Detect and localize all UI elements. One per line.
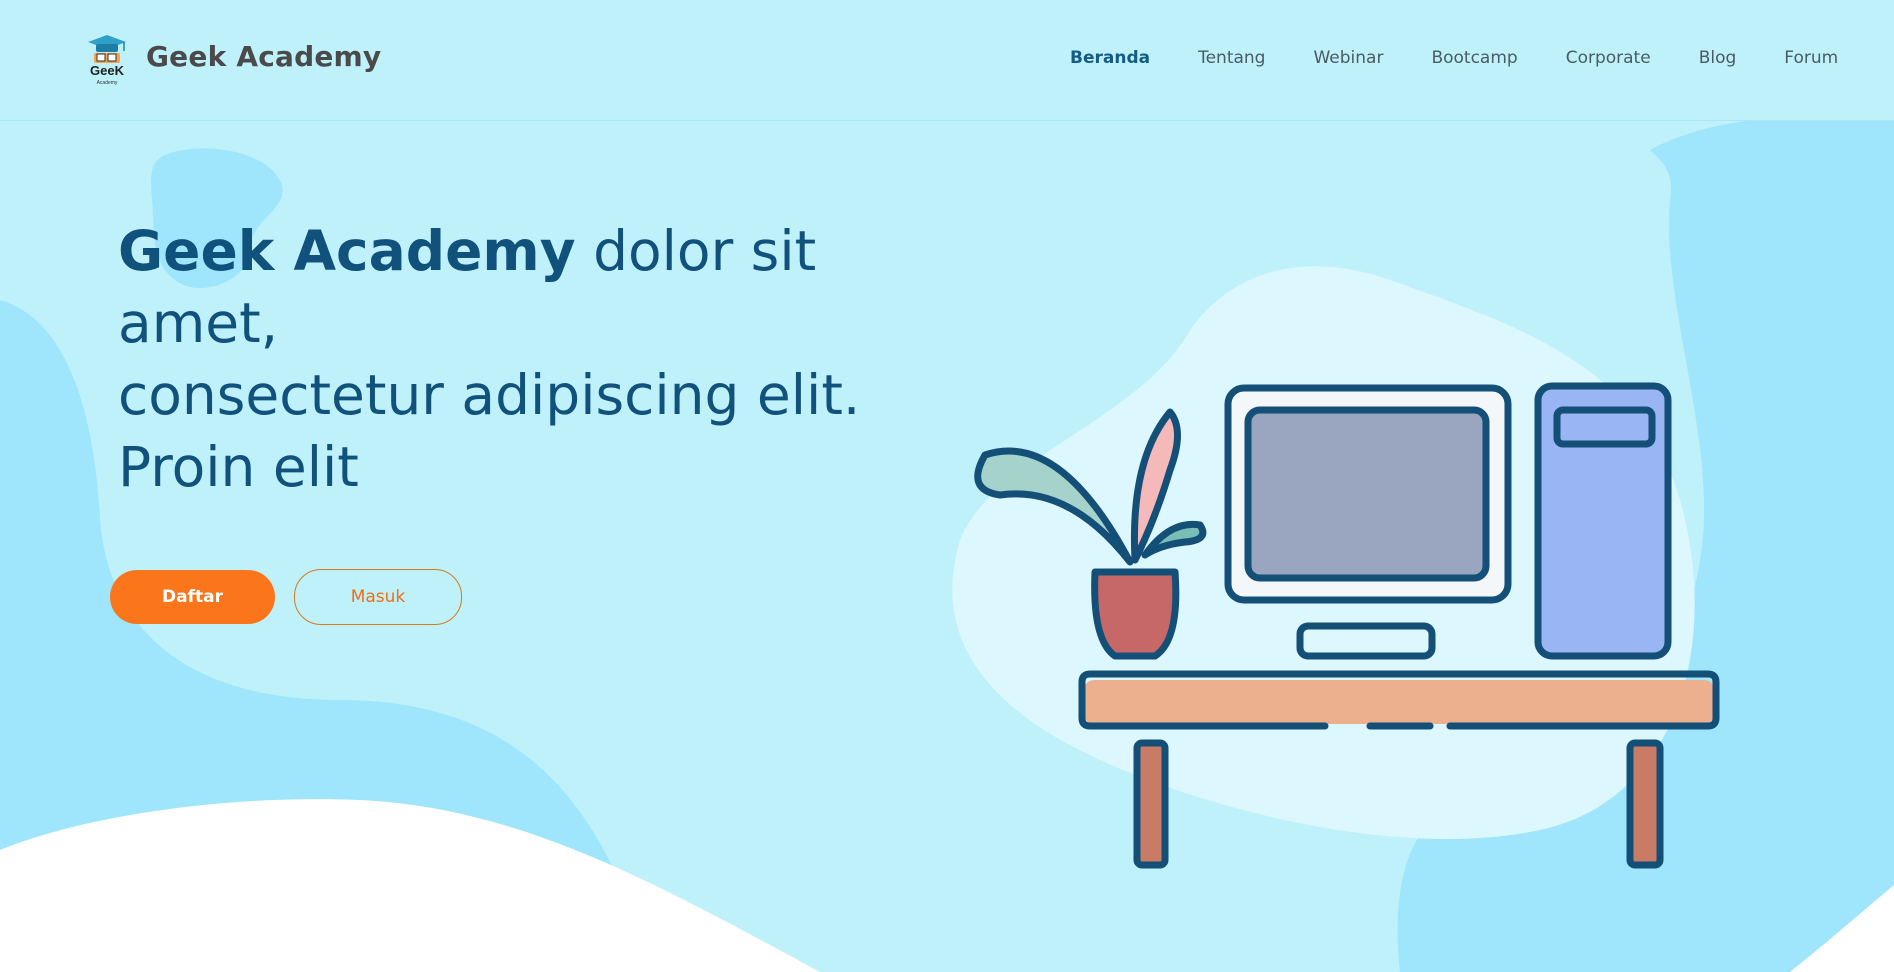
nav-item-tentang[interactable]: Tentang — [1198, 48, 1265, 68]
hero-title-line2: consectetur adipiscing elit. — [118, 363, 861, 427]
masuk-button[interactable]: Masuk — [294, 569, 462, 625]
graduation-cap-logo-icon[interactable]: GeeK Academy — [84, 34, 130, 86]
daftar-button[interactable]: Daftar — [110, 570, 275, 624]
nav-item-bootcamp[interactable]: Bootcamp — [1431, 48, 1517, 68]
nav-item-corporate[interactable]: Corporate — [1566, 48, 1651, 68]
nav-item-beranda[interactable]: Beranda — [1070, 48, 1150, 68]
hero-title: Geek Academy dolor sit amet, consectetur… — [118, 215, 938, 503]
site-header: GeeK Academy Geek Academy Beranda Tentan… — [0, 0, 1894, 121]
desk-computer-illustration — [974, 382, 1720, 869]
brand-name[interactable]: Geek Academy — [146, 40, 381, 73]
hero-title-bold: Geek Academy — [118, 219, 576, 283]
logo-subtext: Academy — [97, 80, 118, 86]
nav-item-blog[interactable]: Blog — [1699, 48, 1737, 68]
nav-item-webinar[interactable]: Webinar — [1313, 48, 1383, 68]
hero-title-line3: Proin elit — [118, 435, 359, 499]
nav-item-forum[interactable]: Forum — [1784, 48, 1838, 68]
logo-wordmark: GeeK — [90, 63, 125, 78]
main-nav: Beranda Tentang Webinar Bootcamp Corpora… — [1070, 48, 1886, 68]
